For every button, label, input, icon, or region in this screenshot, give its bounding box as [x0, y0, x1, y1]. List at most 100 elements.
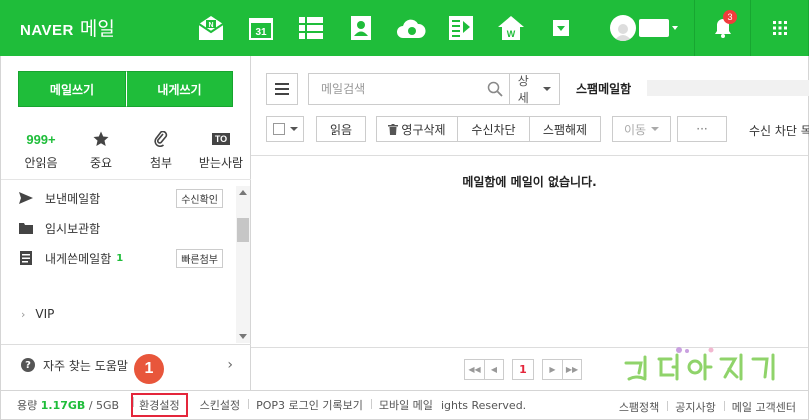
top-bar: NAVER 메일 N 31 W 3 [0, 0, 809, 56]
help-link[interactable]: ? 자주 찾는 도움말 › [1, 346, 251, 384]
scroll-down-arrow[interactable] [239, 334, 247, 339]
all-services-button[interactable] [751, 0, 808, 56]
filter-unread[interactable]: 999+ 안읽음 [1, 129, 71, 171]
home-icon[interactable]: W [486, 13, 536, 43]
title-info-bar [647, 80, 809, 96]
checkbox[interactable] [272, 123, 285, 135]
capacity-total: / 5GB [88, 399, 120, 412]
write-buttons: 메일쓰기 내게쓰기 [18, 71, 233, 107]
empty-message: 메일함에 메일이 없습니다. [462, 175, 597, 189]
calendar-day: 31 [255, 27, 267, 38]
sidebar: 메일쓰기 내게쓰기 999+ 안읽음 중요 첨부 TO 받는사람 보낸메일함 수… [0, 56, 251, 390]
brand-text: NAVER [20, 22, 74, 39]
folder-vip[interactable]: › VIP [1, 303, 235, 325]
footer: 용량 1.17GB / 5GB 환경설정 스킨설정 POP3 로그인 기록보기 … [0, 390, 809, 420]
divider [251, 155, 808, 156]
note-icon [19, 251, 33, 265]
support-center-link[interactable]: 메일 고객센터 [723, 399, 804, 415]
scroll-thumb[interactable] [237, 218, 249, 242]
folder-icon [19, 222, 33, 234]
read-receipt-button[interactable]: 수신확인 [176, 189, 223, 208]
address-book-icon[interactable] [336, 13, 386, 43]
detail-search-button[interactable]: 상세 [508, 74, 559, 105]
select-all-checkbox[interactable] [266, 116, 304, 142]
chevron-right-icon: › [227, 357, 233, 373]
pop3-login-history-link[interactable]: POP3 로그인 기록보기 [248, 397, 371, 413]
capacity-info: 용량 1.17GB / 5GB [1, 397, 127, 413]
move-label: 이동 [623, 122, 647, 137]
mark-read-button[interactable]: 읽음 [316, 116, 366, 142]
filter-attachment[interactable]: 첨부 [131, 129, 191, 171]
skin-settings-link[interactable]: 스킨설정 [192, 397, 248, 413]
svg-text:W: W [507, 29, 516, 39]
mail-home-icon[interactable]: N [186, 13, 236, 43]
folder-label: VIP [35, 307, 55, 321]
chevron-down-icon [651, 127, 660, 131]
memo-icon[interactable] [436, 13, 486, 43]
filter-label: 첨부 [149, 156, 173, 170]
folder-to-me[interactable]: 내게쓴메일함 1 빠른첨부 [1, 243, 235, 273]
filter-label: 받는사람 [198, 156, 244, 170]
block-sender-button[interactable]: 수신차단 [457, 116, 530, 142]
cloud-icon[interactable] [386, 13, 436, 43]
last-page-icon[interactable]: ▶▶ [562, 360, 581, 379]
more-apps-icon[interactable] [536, 13, 586, 43]
move-button[interactable]: 이동 [612, 116, 671, 142]
hamburger-icon [275, 83, 289, 95]
chevron-right-icon: › [21, 307, 26, 321]
block-list-link[interactable]: 수신 차단 목록 [749, 122, 809, 139]
mail-search: 상세 [308, 73, 560, 105]
chevron-down-icon [672, 26, 678, 30]
more-actions-button[interactable]: ··· [677, 116, 727, 142]
main-panel: 상세 스팸메일함 읽음 영구삭제 수신차단 스팸해제 이동 ··· 수신 차단 … [251, 56, 809, 390]
write-mail-button[interactable]: 메일쓰기 [18, 71, 126, 107]
next-page-icon[interactable]: ▶ [543, 360, 562, 379]
mobile-mail-link[interactable]: 모바일 메일 [370, 397, 441, 413]
quick-attach-button[interactable]: 빠른첨부 [176, 249, 223, 268]
folder-label: 내게쓴메일함 [45, 251, 112, 266]
profile-menu[interactable] [610, 15, 678, 41]
search-icon[interactable] [480, 74, 508, 104]
app-shortcuts: N 31 W [186, 13, 586, 43]
app-name: 메일 [79, 18, 115, 40]
settings-link[interactable]: 환경설정 [131, 393, 188, 417]
scroll-up-arrow[interactable] [239, 190, 247, 195]
prev-page-icon[interactable]: ◀ [484, 360, 503, 379]
first-page-icon[interactable]: ◀◀ [465, 360, 484, 379]
capacity-label: 용량 [17, 399, 38, 412]
chevron-down-icon [542, 87, 551, 91]
chevron-down-icon [289, 127, 298, 131]
trash-icon [388, 123, 399, 135]
spam-policy-link[interactable]: 스팸정책 [611, 399, 667, 415]
folder-drafts[interactable]: 임시보관함 [1, 213, 235, 243]
naver-mail-logo[interactable]: NAVER 메일 [20, 14, 115, 41]
menu-toggle-button[interactable] [266, 73, 298, 105]
search-input[interactable] [321, 82, 481, 96]
filter-recipient[interactable]: TO 받는사람 [191, 129, 251, 171]
folder-count: 1 [116, 252, 124, 264]
copyright-text: ights Reserved. [440, 398, 527, 412]
folder-label: 임시보관함 [45, 221, 101, 236]
calendar-icon[interactable]: 31 [236, 13, 286, 43]
send-icon [19, 192, 33, 204]
divider [1, 344, 251, 345]
notice-link[interactable]: 공지사항 [667, 399, 723, 415]
page-number[interactable]: 1 [512, 359, 534, 380]
mail-toolbar: 읽음 영구삭제 수신차단 스팸해제 이동 ··· 수신 차단 목록 [266, 116, 809, 142]
write-to-me-button[interactable]: 내게쓰기 [126, 71, 233, 107]
detail-label: 상세 [517, 74, 529, 105]
notification-button[interactable]: 3 [695, 0, 750, 56]
sidebar-scrollbar[interactable] [236, 186, 250, 343]
footer-links: 스팸정책 공지사항 메일 고객센터 [611, 399, 804, 415]
svg-text:N: N [208, 22, 213, 29]
delete-forever-label: 영구삭제 [401, 122, 446, 137]
filter-label: 중요 [89, 156, 113, 170]
folder-sent[interactable]: 보낸메일함 수신확인 [1, 183, 235, 213]
filter-important[interactable]: 중요 [71, 129, 131, 171]
top-right-controls: 3 [610, 0, 808, 56]
contacts-list-icon[interactable] [286, 13, 336, 43]
notification-badge: 3 [723, 10, 737, 24]
delete-forever-button[interactable]: 영구삭제 [376, 116, 458, 142]
grid-icon [772, 21, 787, 35]
unmark-spam-button[interactable]: 스팸해제 [529, 116, 601, 142]
